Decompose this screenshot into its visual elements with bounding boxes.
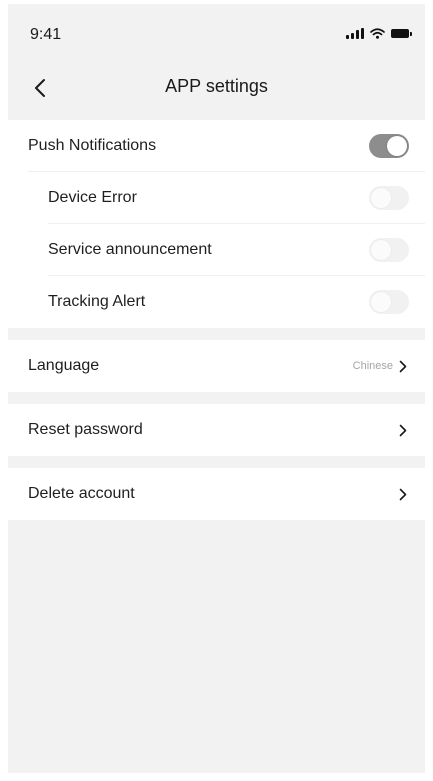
reset-password-label: Reset password — [28, 421, 143, 438]
chevron-right-icon — [399, 424, 407, 437]
toggle-knob — [371, 240, 391, 260]
reset-password-arrow[interactable] — [399, 404, 407, 456]
language-group: Language Chinese — [8, 340, 425, 392]
language-label: Language — [28, 357, 100, 374]
cellular-signal-icon — [346, 28, 364, 39]
language-value: Chinese — [352, 360, 393, 372]
status-bar: 9:41 — [8, 4, 425, 64]
tracking-alert-toggle[interactable] — [369, 290, 409, 314]
tracking-alert-row: Tracking Alert — [8, 276, 425, 328]
notifications-group: Push Notifications Device Error Service … — [8, 120, 425, 328]
battery-icon — [391, 29, 412, 38]
chevron-right-icon — [399, 488, 407, 501]
service-announcement-label: Service announcement — [48, 241, 212, 258]
language-selector[interactable]: Chinese — [353, 340, 407, 392]
reset-password-group: Reset password — [8, 404, 425, 456]
nav-bar: APP settings — [8, 64, 425, 112]
service-announcement-row: Service announcement — [8, 224, 425, 276]
delete-account-arrow[interactable] — [399, 468, 407, 520]
device-error-row: Device Error — [8, 172, 425, 224]
toggle-knob — [371, 292, 391, 312]
tracking-alert-label: Tracking Alert — [48, 293, 146, 310]
status-icons — [346, 28, 412, 39]
push-notifications-toggle[interactable] — [369, 134, 409, 158]
language-row[interactable]: Language Chinese — [8, 340, 425, 392]
push-notifications-label: Push Notifications — [28, 137, 157, 154]
device-error-toggle[interactable] — [369, 186, 409, 210]
delete-account-group: Delete account — [8, 468, 425, 520]
wifi-icon — [370, 28, 385, 39]
push-notifications-row: Push Notifications — [8, 120, 425, 172]
page-title: APP settings — [165, 76, 268, 96]
toggle-knob — [371, 188, 391, 208]
device-error-label: Device Error — [48, 189, 137, 206]
app-settings-screen: 9:41 APP settings Push Notifications Dev… — [8, 4, 425, 773]
delete-account-label: Delete account — [28, 485, 135, 502]
reset-password-row[interactable]: Reset password — [8, 404, 425, 456]
toggle-knob — [387, 136, 407, 156]
delete-account-row[interactable]: Delete account — [8, 468, 425, 520]
status-time: 9:41 — [30, 26, 62, 43]
service-announcement-toggle[interactable] — [369, 238, 409, 262]
chevron-right-icon — [399, 360, 407, 373]
